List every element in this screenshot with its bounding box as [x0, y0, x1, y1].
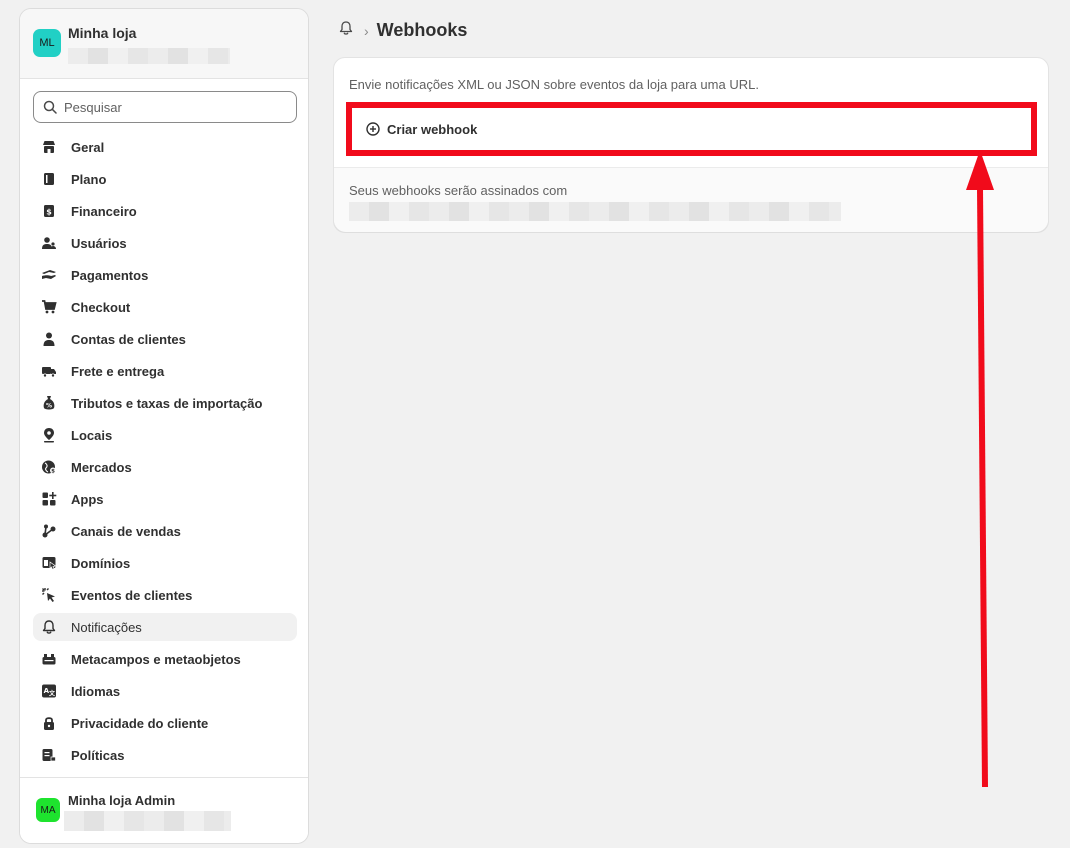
- store-header[interactable]: ML Minha loja: [20, 9, 308, 79]
- webhooks-card: Envie notificações XML ou JSON sobre eve…: [333, 57, 1049, 232]
- plan-icon: [41, 171, 57, 187]
- sidebar-item-label: Frete e entrega: [71, 363, 165, 379]
- sidebar-item-plano[interactable]: Plano: [33, 165, 297, 193]
- signing-secret-section: Seus webhooks serão assinados com: [334, 168, 1048, 232]
- signing-secret-label: Seus webhooks serão assinados com: [349, 183, 568, 198]
- webhooks-description: Envie notificações XML ou JSON sobre eve…: [349, 77, 759, 92]
- policies-icon: [41, 747, 57, 763]
- store-icon: [41, 139, 57, 155]
- cursor-click-icon: [41, 587, 57, 603]
- sidebar-item-label: Mercados: [71, 459, 132, 475]
- admin-name: Minha loja Admin: [68, 793, 176, 808]
- tax-bag-icon: %: [41, 395, 57, 411]
- search-input[interactable]: Pesquisar: [33, 91, 297, 123]
- admin-avatar: MA: [36, 798, 60, 822]
- bell-icon[interactable]: [338, 20, 354, 41]
- sidebar-item-label: Locais: [71, 427, 113, 443]
- sidebar-item-privacidade[interactable]: Privacidade do cliente: [33, 709, 297, 737]
- create-webhook-button[interactable]: Criar webhook: [346, 102, 1037, 156]
- sidebar-item-tributos[interactable]: % Tributos e taxas de importação: [33, 389, 297, 417]
- users-icon: [41, 235, 57, 251]
- sidebar-item-metacampos[interactable]: Metacampos e metaobjetos: [33, 645, 297, 673]
- sidebar-item-contas-de-clientes[interactable]: Contas de clientes: [33, 325, 297, 353]
- admin-account[interactable]: MA Minha loja Admin: [20, 777, 308, 843]
- sidebar-item-label: Canais de vendas: [71, 523, 181, 539]
- redacted-admin-email: [64, 811, 231, 831]
- translate-icon: A文: [41, 683, 57, 699]
- plus-circle-icon: [366, 122, 380, 136]
- metafields-icon: [41, 651, 57, 667]
- truck-icon: [41, 363, 57, 379]
- sidebar-item-label: Domínios: [71, 555, 131, 571]
- apps-grid-icon: [41, 491, 57, 507]
- globe-icon: $: [41, 459, 57, 475]
- page-title: Webhooks: [376, 20, 468, 40]
- settings-sidebar: ML Minha loja Pesquisar Geral Plano $ Fi…: [19, 8, 309, 844]
- bell-icon: [41, 619, 57, 635]
- cart-icon: [41, 299, 57, 315]
- sidebar-item-label: Financeiro: [71, 203, 137, 219]
- annotation-arrow: [966, 150, 994, 787]
- sidebar-item-label: Plano: [71, 171, 107, 187]
- billing-icon: $: [41, 203, 57, 219]
- settings-nav: Geral Plano $ Financeiro Usuários Pagame…: [33, 133, 297, 773]
- sidebar-item-idiomas[interactable]: A文 Idiomas: [33, 677, 297, 705]
- sidebar-item-label: Políticas: [71, 747, 125, 763]
- sidebar-item-label: Tributos e taxas de importação: [71, 395, 263, 411]
- sidebar-item-dominios[interactable]: Domínios: [33, 549, 297, 577]
- sidebar-item-label: Geral: [71, 139, 105, 155]
- sidebar-item-pagamentos[interactable]: Pagamentos: [33, 261, 297, 289]
- sidebar-item-politicas[interactable]: Políticas: [33, 741, 297, 769]
- sidebar-item-eventos-de-clientes[interactable]: Eventos de clientes: [33, 581, 297, 609]
- sidebar-item-label: Apps: [71, 491, 104, 507]
- domains-icon: [41, 555, 57, 571]
- create-webhook-label: Criar webhook: [387, 121, 478, 137]
- breadcrumb: › Webhooks: [338, 20, 467, 41]
- sidebar-item-label: Contas de clientes: [71, 331, 186, 347]
- sidebar-item-mercados[interactable]: $ Mercados: [33, 453, 297, 481]
- location-pin-icon: [41, 427, 57, 443]
- sidebar-item-financeiro[interactable]: $ Financeiro: [33, 197, 297, 225]
- svg-text:$: $: [51, 469, 55, 475]
- store-name: Minha loja: [68, 25, 137, 41]
- chevron-right-icon: ›: [364, 22, 369, 39]
- svg-text:%: %: [46, 403, 52, 410]
- svg-text:$: $: [46, 208, 52, 217]
- sidebar-item-locais[interactable]: Locais: [33, 421, 297, 449]
- payments-icon: [41, 267, 57, 283]
- sidebar-item-label: Usuários: [71, 235, 127, 251]
- sidebar-item-label: Notificações: [71, 619, 142, 635]
- sidebar-item-geral[interactable]: Geral: [33, 133, 297, 161]
- person-icon: [41, 331, 57, 347]
- search-icon: [43, 100, 57, 117]
- store-avatar: ML: [33, 29, 61, 57]
- channels-icon: [41, 523, 57, 539]
- svg-text:文: 文: [48, 690, 56, 698]
- sidebar-item-label: Checkout: [71, 299, 131, 315]
- sidebar-item-canais-de-vendas[interactable]: Canais de vendas: [33, 517, 297, 545]
- search-placeholder: Pesquisar: [64, 99, 122, 115]
- lock-icon: [41, 715, 57, 731]
- sidebar-item-checkout[interactable]: Checkout: [33, 293, 297, 321]
- sidebar-item-label: Pagamentos: [71, 267, 149, 283]
- sidebar-item-label: Eventos de clientes: [71, 587, 193, 603]
- sidebar-item-notificacoes[interactable]: Notificações: [33, 613, 297, 641]
- redacted-signing-secret: [349, 202, 841, 221]
- sidebar-item-frete-e-entrega[interactable]: Frete e entrega: [33, 357, 297, 385]
- sidebar-item-usuarios[interactable]: Usuários: [33, 229, 297, 257]
- redacted-store-url: [68, 48, 230, 64]
- sidebar-item-label: Idiomas: [71, 683, 121, 699]
- sidebar-item-label: Privacidade do cliente: [71, 715, 209, 731]
- sidebar-item-apps[interactable]: Apps: [33, 485, 297, 513]
- sidebar-item-label: Metacampos e metaobjetos: [71, 651, 241, 667]
